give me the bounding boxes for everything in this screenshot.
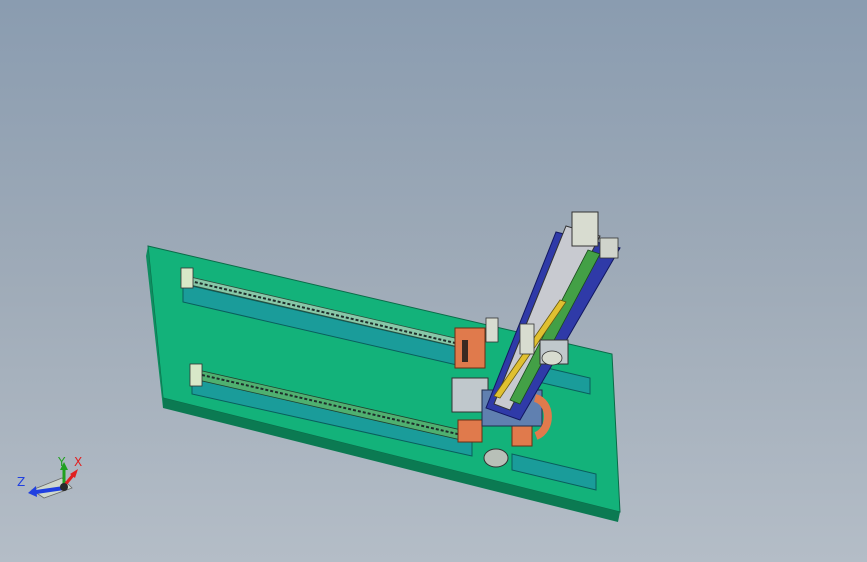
carriage-lower-block <box>457 419 483 443</box>
motor-housing <box>483 448 509 468</box>
triad-origin <box>60 483 68 491</box>
lower-rail-endcap <box>189 363 203 387</box>
carriage-lower-block-2 <box>511 425 533 447</box>
column-top-plate <box>599 237 619 259</box>
sensor-bracket <box>485 317 499 343</box>
carriage-upper-slot <box>462 340 468 362</box>
carriage-upper-block <box>454 327 486 369</box>
y-axis-label: Y <box>58 455 66 469</box>
column-slider <box>519 323 535 355</box>
z-axis-label: Z <box>17 475 26 489</box>
axis-triad: Y X Z <box>14 452 88 508</box>
3d-viewport[interactable]: Y X Z <box>0 0 867 562</box>
cad-model-scene[interactable] <box>0 0 867 562</box>
column-joint <box>541 350 563 366</box>
upper-rail-endcap <box>180 267 194 289</box>
column-top-cap <box>571 211 599 247</box>
x-axis-label: X <box>74 455 83 469</box>
z-axis-arrowhead <box>28 486 37 497</box>
